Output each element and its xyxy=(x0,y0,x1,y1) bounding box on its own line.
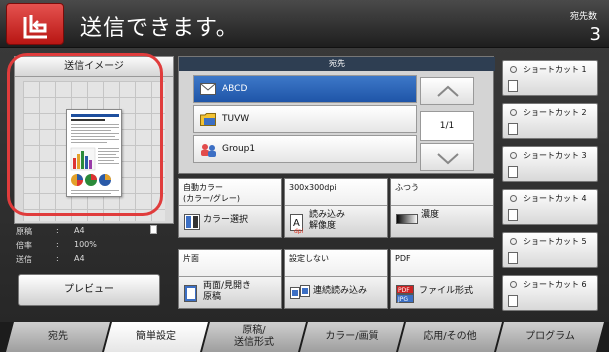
status-header: 送信できます。 宛先数 3 xyxy=(0,0,609,48)
shortcut-6-button[interactable]: ショートカット 6 xyxy=(502,275,598,311)
shortcut-icon xyxy=(508,123,518,135)
duplex-label: 両面/見開き 原稿 xyxy=(203,281,252,302)
color-select-icon xyxy=(184,214,200,230)
continuous-scan-label: 連続読み込み xyxy=(313,286,368,296)
shortcut-indicator-icon xyxy=(510,195,517,202)
zoom-label: 倍率 xyxy=(16,241,32,250)
shortcut-3-button[interactable]: ショートカット 3 xyxy=(502,146,598,182)
destination-count: 3 xyxy=(589,24,601,45)
original-value: A4 xyxy=(74,226,85,235)
duplex-icon xyxy=(184,285,197,302)
shortcut-indicator-icon xyxy=(510,152,517,159)
shortcut-icon xyxy=(508,295,518,307)
destination-pane: 宛先 ABCD TUVW Group1 1/1 xyxy=(178,56,495,174)
original-label: 原稿 xyxy=(16,227,32,236)
destination-label: Group1 xyxy=(222,144,256,154)
destination-label: ABCD xyxy=(222,84,248,94)
resolution-icon: A dpi xyxy=(290,214,304,234)
tab-quick-setup[interactable]: 簡単設定 xyxy=(104,322,208,352)
destination-item[interactable]: TUVW xyxy=(193,105,417,133)
send-value: A4 xyxy=(74,254,85,263)
shortcut-2-button[interactable]: ショートカット 2 xyxy=(502,103,598,139)
svg-text:JPG: JPG xyxy=(397,296,408,303)
home-icon xyxy=(23,15,47,39)
color-select-label: カラー選択 xyxy=(203,215,249,225)
send-label: 送信 xyxy=(16,255,32,264)
folder-icon xyxy=(200,113,216,126)
file-format-value: PDF xyxy=(395,254,411,263)
send-size-row: 送信 : A4 xyxy=(16,254,85,264)
color-select-button[interactable]: 自動カラー (カラー/グレー) カラー選択 xyxy=(178,178,282,238)
group-icon xyxy=(201,144,216,157)
tab-label: プログラム xyxy=(525,331,575,342)
destination-item[interactable]: ABCD xyxy=(193,75,417,103)
tab-destination[interactable]: 宛先 xyxy=(6,322,110,352)
density-icon xyxy=(396,214,418,224)
density-value: ふつう xyxy=(395,183,419,192)
resolution-button[interactable]: 300x300dpi A dpi 読み込み 解像度 xyxy=(284,178,388,238)
continuous-scan-button[interactable]: 設定しない 連続読み込み xyxy=(284,249,388,309)
paper-orientation-icon xyxy=(150,225,157,234)
screen: 送信できます。 宛先数 3 送信イメージ 原稿: A4 倍率: 100% 送… xyxy=(0,0,609,352)
shortcut-label: ショートカット 3 xyxy=(523,151,587,160)
tab-label: 原稿/ 送信形式 xyxy=(234,325,274,348)
shortcut-1-button[interactable]: ショートカット 1 xyxy=(502,60,598,96)
shortcut-icon xyxy=(508,252,518,264)
shortcut-icon xyxy=(508,209,518,221)
file-format-label: ファイル形式 xyxy=(419,286,474,296)
color-select-value: 自動カラー (カラー/グレー) xyxy=(183,183,240,203)
tab-advanced[interactable]: 応用/その他 xyxy=(398,322,502,352)
zoom-row: 倍率 : 100% xyxy=(16,240,97,250)
tab-original-send-format[interactable]: 原稿/ 送信形式 xyxy=(202,322,306,352)
destination-title: 宛先 xyxy=(179,57,495,71)
destination-label: TUVW xyxy=(222,114,250,124)
shortcut-indicator-icon xyxy=(510,109,517,116)
file-format-icon: PDF JPG xyxy=(396,285,414,303)
tab-color-quality[interactable]: カラー/画質 xyxy=(300,322,404,352)
shortcut-5-button[interactable]: ショートカット 5 xyxy=(502,232,598,268)
continuous-scan-icon xyxy=(290,285,310,299)
svg-text:dpi: dpi xyxy=(294,228,304,234)
shortcut-4-button[interactable]: ショートカット 4 xyxy=(502,189,598,225)
mail-icon xyxy=(200,83,216,95)
shortcut-label: ショートカット 1 xyxy=(523,65,587,74)
shortcut-icon xyxy=(508,80,518,92)
shortcut-label: ショートカット 5 xyxy=(523,237,587,246)
shortcut-indicator-icon xyxy=(510,281,517,288)
density-label: 濃度 xyxy=(421,210,440,220)
chevron-down-icon xyxy=(437,153,459,165)
home-button[interactable] xyxy=(6,3,64,45)
resolution-label: 読み込み 解像度 xyxy=(309,210,346,231)
duplex-button[interactable]: 片面 両面/見開き 原稿 xyxy=(178,249,282,309)
page-indicator: 1/1 xyxy=(420,111,474,141)
tab-label: 簡単設定 xyxy=(136,331,176,342)
tab-label: 応用/その他 xyxy=(423,331,477,342)
destination-item[interactable]: Group1 xyxy=(193,135,417,163)
scroll-down-button[interactable] xyxy=(420,143,474,171)
tab-program[interactable]: プログラム xyxy=(496,322,604,352)
shortcut-label: ショートカット 4 xyxy=(523,194,587,203)
resolution-value: 300x300dpi xyxy=(289,183,337,192)
preview-highlight-ring xyxy=(7,53,163,216)
zoom-value: 100% xyxy=(74,240,97,249)
preview-button[interactable]: プレビュー xyxy=(18,274,160,306)
density-button[interactable]: ふつう 濃度 xyxy=(390,178,494,238)
shortcut-icon xyxy=(508,166,518,178)
continuous-scan-value: 設定しない xyxy=(289,254,329,263)
duplex-value: 片面 xyxy=(183,254,199,263)
shortcut-label: ショートカット 6 xyxy=(523,280,587,289)
shortcut-indicator-icon xyxy=(510,238,517,245)
shortcut-indicator-icon xyxy=(510,66,517,73)
svg-text:PDF: PDF xyxy=(398,287,410,294)
status-message: 送信できます。 xyxy=(80,16,239,41)
tab-label: 宛先 xyxy=(48,331,68,342)
destination-count-label: 宛先数 xyxy=(569,12,597,22)
scroll-up-button[interactable] xyxy=(420,77,474,105)
shortcut-label: ショートカット 2 xyxy=(523,108,587,117)
file-format-button[interactable]: PDF PDF JPG ファイル形式 xyxy=(390,249,494,309)
tab-label: カラー/画質 xyxy=(325,331,379,342)
chevron-up-icon xyxy=(437,85,459,97)
